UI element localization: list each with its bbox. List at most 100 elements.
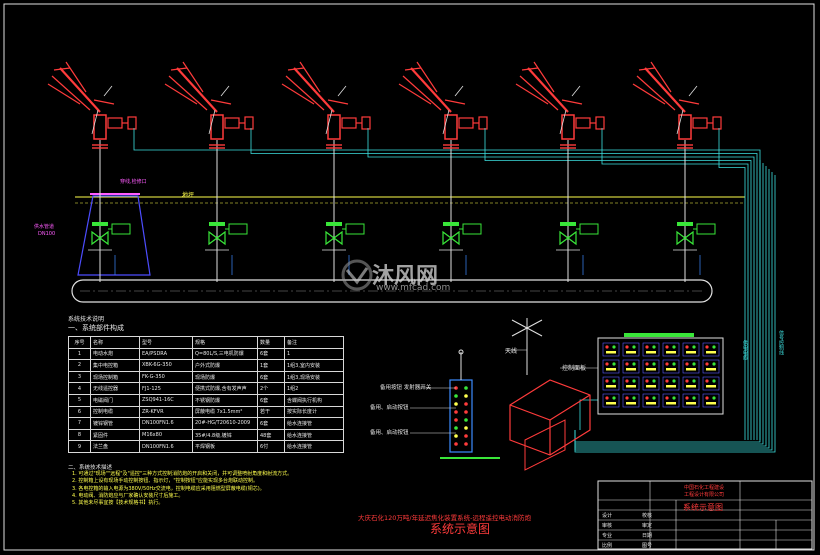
table-cell: EA/PSDRA (139, 347, 193, 361)
table-row: 5 电磁阀门 ZSQ941-16C 不锈钢防爆 6套 含蝶阀执行机构 (68, 393, 344, 407)
table-row: 3 现场控制箱 FK-G-350 现场防爆 6套 1组3,现场安装 (68, 370, 344, 384)
table-cell: 6套 (257, 417, 285, 430)
nozzle-assembly (632, 61, 746, 440)
table-cell: 规格 (192, 336, 258, 349)
table-cell: 控制电缆 (90, 405, 140, 419)
table-cell: 平焊钢板 (192, 440, 258, 453)
table-cell: 镀锌钢管 (90, 417, 140, 430)
table-cell: 型号 (139, 336, 193, 349)
title-block-cell: 图号 (642, 543, 653, 549)
table-cell: 现场防爆 (192, 370, 258, 384)
note-line: 2. 控制箱上设有现场手动控制按钮、指示灯，"控制按钮"应能实现多台炮联动控制。 (72, 478, 258, 485)
table-row: 1 电动水炮 EA/PSDRA Q=80L/S,三电机防爆 6套 1 (68, 347, 344, 361)
table-cell: 含蝶阀执行机构 (284, 393, 344, 407)
table-cell: 若干 (257, 405, 285, 419)
pit-pipe-label: 供水管道 (34, 224, 55, 230)
table-row: 序号 名称 型号 规格 数量 备注 (68, 336, 344, 349)
title-block-cell: 校核 (642, 513, 653, 519)
cable-label-signal: 信号控制线 (778, 330, 784, 355)
ground-label: 地坪 (182, 192, 195, 199)
table-cell: 名称 (90, 336, 140, 349)
table-cell: 电动水炮 (90, 347, 140, 361)
remote-label-1: 备用按钮 发射器开关 (380, 385, 432, 391)
table-cell: 户外式防爆 (192, 359, 258, 372)
table-cell: 备注 (284, 336, 344, 349)
table-cell: DN100FN1.6 (139, 417, 193, 430)
remote-label-3: 备用、启动按钮 (370, 430, 409, 436)
note-line: 1. 可通过"现场""远程"及"遥控"三种方式控制消防炮的开启和关闭，并可调整喷… (72, 471, 293, 477)
note-line: 5. 其他未尽事宜按【技术规格书】执行。 (72, 500, 164, 507)
control-panel (597, 333, 724, 415)
spec-table: 序号 名称 型号 规格 数量 备注 1 电动水炮 EA/PSDRA Q=80L/S,三电机防爆 6套… (68, 336, 344, 453)
note-line: 3. 各电控箱的输入电源为380V/50Hz交流电，控制电缆应采用阻燃型屏蔽电缆… (72, 485, 265, 492)
table-cell: 1 (284, 347, 344, 361)
table-cell: 1 (68, 347, 91, 361)
cabinet-label: 控制面板 (562, 365, 587, 372)
table-cell: DN100FN1.6 (139, 440, 193, 453)
table-cell: 5 (68, 393, 91, 407)
table-cell: 3 (68, 370, 91, 384)
table-cell: 4 (68, 382, 91, 395)
title-block-cell: 设计 (602, 513, 613, 519)
table-cell: 不锈钢防爆 (192, 393, 258, 407)
note-line: 4. 电动阀、消防炮应与厂家确认安装尺寸后施工。 (72, 492, 184, 499)
table-cell: 给水连接管 (284, 428, 344, 442)
title-block-cell: 审定 (642, 523, 653, 529)
table-cell: 1组2 (284, 382, 344, 395)
table-cell: XBK-6G-350 (139, 359, 193, 372)
table-cell: 2 (68, 359, 91, 372)
title-block-cell: 比例 (602, 543, 613, 549)
table-cell: 35#/4.8级,镀锌 (192, 428, 258, 442)
table-cell: 8 (68, 428, 91, 442)
table-cell: 6 (68, 405, 91, 419)
table-cell: 6套 (257, 393, 285, 407)
pit-pipe-size: DN100 (38, 231, 56, 237)
pit-top-label: 穿线,检修口 (120, 179, 147, 185)
table-cell: 紧固件 (90, 428, 140, 442)
table-row: 7 镀锌钢管 DN100FN1.6 20#-HG/T20610-2009 6套 给水连接管 (68, 417, 344, 430)
table-cell: FK-G-350 (139, 370, 193, 384)
table-cell: 20#-HG/T20610-2009 (192, 417, 258, 430)
table-cell: 电磁阀门 (90, 393, 140, 407)
table-cell: ZR-KFVR (139, 405, 193, 419)
control-cabinet (509, 379, 591, 471)
tb-drawing-name: 系统示意图 (683, 503, 723, 512)
table-cell: 6付 (257, 440, 285, 453)
table-cell: 无线遥控器 (90, 382, 140, 395)
remote-controller (440, 349, 500, 459)
table-cell: 9 (68, 440, 91, 453)
table-cell: 集中电控箱 (90, 359, 140, 372)
table-row: 4 无线遥控器 FJ1-125 便携式防爆,含有发声声 2个 1组2 (68, 382, 344, 395)
table-cell: 给水连接管 (284, 440, 344, 453)
spec-heading-1: 系统技术说明 (68, 316, 105, 323)
watermark-logo (341, 259, 373, 291)
table-cell: 48套 (257, 428, 285, 442)
table-cell: 便携式防爆,含有发声声 (192, 382, 258, 395)
table-cell: 按实际长度计 (284, 405, 344, 419)
table-row: 6 控制电缆 ZR-KFVR 屏蔽电缆 7x1.5mm² 若干 按实际长度计 (68, 405, 344, 419)
table-cell: 给水连接管 (284, 417, 344, 430)
title-block-cell: 审核 (602, 523, 613, 529)
table-row: 9 法兰盘 DN100FN1.6 平焊钢板 6付 给水连接管 (68, 440, 344, 453)
antenna-label: 天线 (505, 348, 518, 355)
table-cell: ZSQ941-16C (139, 393, 193, 407)
table-cell: 法兰盘 (90, 440, 140, 453)
table-row: 8 紧固件 M16x80 35#/4.8级,镀锌 48套 给水连接管 (68, 428, 344, 442)
tb-header-2: 工程设计有限公司 (684, 492, 725, 498)
table-cell: 6套 (257, 347, 285, 361)
cable-label-power: 供电电缆 (742, 340, 748, 360)
caption-title: 系统示意图 (430, 522, 491, 536)
table-cell: 屏蔽电缆 7x1.5mm² (192, 405, 258, 419)
nozzle-assembly (398, 61, 752, 440)
table-cell: Q=80L/S,三电机防爆 (192, 347, 258, 361)
title-block-cell: 日期 (642, 533, 653, 539)
table-cell: 1套 (257, 359, 285, 372)
table-row: 2 集中电控箱 XBK-6G-350 户外式防爆 1套 1组3,室内安装 (68, 359, 344, 372)
tb-header-1: 中国石化工程建设 (684, 485, 725, 491)
table-cell: 2个 (257, 382, 285, 395)
table-cell: 6套 (257, 370, 285, 384)
table-cell: FJ1-125 (139, 382, 193, 395)
table-cell: 1组3,现场安装 (284, 370, 344, 384)
remote-label-2: 备用、启动按钮 (370, 405, 409, 411)
table-cell: 7 (68, 417, 91, 430)
